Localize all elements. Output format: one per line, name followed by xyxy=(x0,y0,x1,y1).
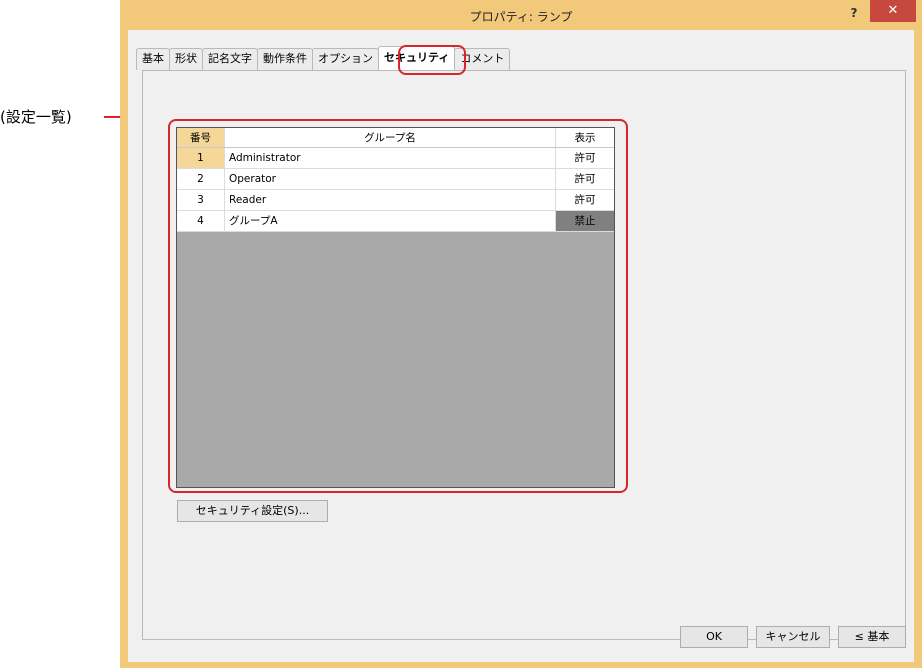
property-dialog: プロパティ: ランプ ? ✕ 基本 形状 記名文字 動作条件 オプション セキュ… xyxy=(120,0,922,668)
table-row[interactable]: 3 Reader 許可 xyxy=(177,190,614,211)
basic-button[interactable]: ≤ 基本 xyxy=(838,626,906,648)
settings-list-callout: (設定一覧) xyxy=(0,108,72,126)
dialog-client-area: 基本 形状 記名文字 動作条件 オプション セキュリティ コメント 番号 グルー… xyxy=(128,30,914,662)
tab-label-text[interactable]: 記名文字 xyxy=(202,48,258,70)
table-row[interactable]: 4 グループA 禁止 xyxy=(177,211,614,232)
display-permission-cell[interactable]: 許可 xyxy=(556,190,614,210)
column-header-display[interactable]: 表示 xyxy=(556,128,614,147)
column-header-group-name[interactable]: グループ名 xyxy=(225,128,556,147)
tab-option[interactable]: オプション xyxy=(312,48,379,70)
table-row[interactable]: 2 Operator 許可 xyxy=(177,169,614,190)
row-number: 4 xyxy=(177,211,225,231)
security-tab-panel: 番号 グループ名 表示 1 Administrator 許可 2 Operato… xyxy=(142,70,906,640)
security-settings-button[interactable]: セキュリティ設定(S)... xyxy=(177,500,328,522)
group-name-cell: グループA xyxy=(225,211,556,231)
tab-operation-condition[interactable]: 動作条件 xyxy=(257,48,313,70)
group-name-cell: Administrator xyxy=(225,148,556,168)
group-name-cell: Operator xyxy=(225,169,556,189)
row-number: 2 xyxy=(177,169,225,189)
dialog-title: プロパティ: ランプ xyxy=(469,10,573,24)
settings-list-table: 番号 グループ名 表示 1 Administrator 許可 2 Operato… xyxy=(176,127,615,488)
group-name-cell: Reader xyxy=(225,190,556,210)
display-permission-cell[interactable]: 許可 xyxy=(556,169,614,189)
display-permission-cell[interactable]: 禁止 xyxy=(556,211,614,231)
help-icon[interactable]: ? xyxy=(844,6,864,22)
close-icon[interactable]: ✕ xyxy=(870,0,916,22)
display-permission-cell[interactable]: 許可 xyxy=(556,148,614,168)
ok-button[interactable]: OK xyxy=(680,626,748,648)
table-header: 番号 グループ名 表示 xyxy=(177,128,614,148)
tab-basic[interactable]: 基本 xyxy=(136,48,170,70)
row-number: 1 xyxy=(177,148,225,168)
cancel-button[interactable]: キャンセル xyxy=(756,626,830,648)
row-number: 3 xyxy=(177,190,225,210)
tab-shape[interactable]: 形状 xyxy=(169,48,203,70)
column-header-no[interactable]: 番号 xyxy=(177,128,225,147)
security-tab-highlight xyxy=(398,45,466,75)
table-row[interactable]: 1 Administrator 許可 xyxy=(177,148,614,169)
title-bar[interactable]: プロパティ: ランプ ? ✕ xyxy=(120,0,922,30)
